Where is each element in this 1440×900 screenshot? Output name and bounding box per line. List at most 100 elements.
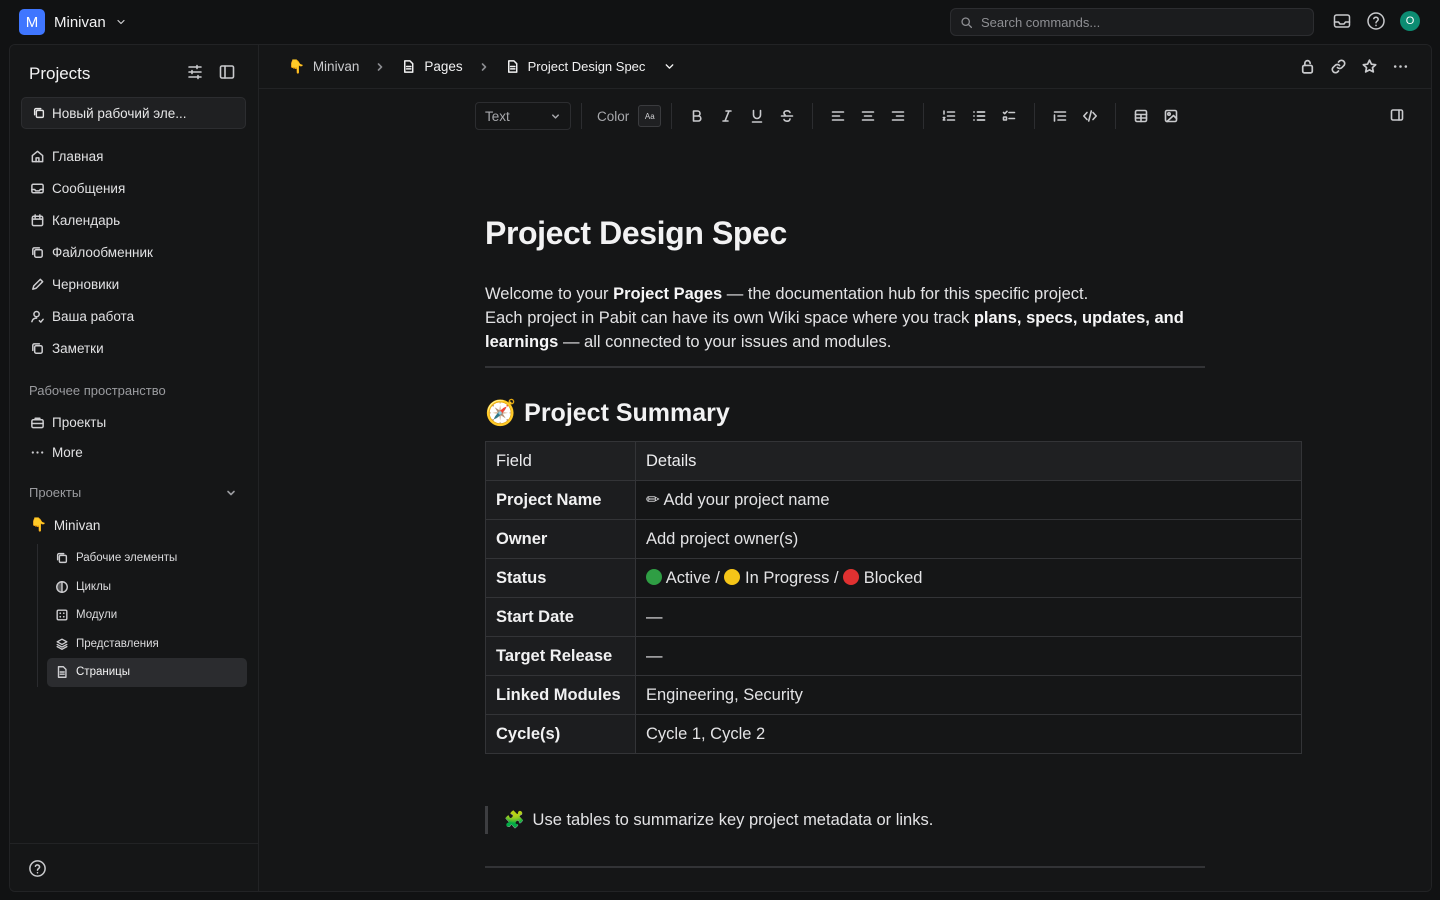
ordered-list-button[interactable] (934, 102, 964, 130)
code-button[interactable] (1075, 102, 1105, 130)
align-center-button[interactable] (853, 102, 883, 130)
sidebar-nav: Главная Сообщения Календарь Файлообменни… (21, 140, 246, 364)
table-row: Cycle(s) Cycle 1, Cycle 2 (485, 714, 1302, 754)
ordered-list-icon (942, 110, 956, 121)
sidebar-item-home[interactable]: Главная (21, 140, 246, 172)
page-icon (404, 60, 414, 73)
callout-quote[interactable]: 🧩 Use tables to summarize key project me… (485, 806, 1315, 834)
page-icon (507, 60, 518, 73)
sidebar-item-projects[interactable]: Проекты (21, 407, 246, 438)
table-field-cell[interactable]: Project Name (485, 480, 636, 520)
quote-button[interactable] (1045, 102, 1075, 130)
sidebar-item-modules[interactable]: Модули (47, 601, 247, 630)
toolbar-divider (1115, 103, 1117, 129)
table-detail-cell[interactable]: Engineering, Security (635, 675, 1302, 715)
image-button[interactable] (1156, 102, 1186, 130)
sliders-icon[interactable] (186, 63, 204, 81)
table-button[interactable] (1126, 102, 1156, 130)
checklist-button[interactable] (994, 102, 1024, 130)
breadcrumb-pages[interactable]: Pages (401, 59, 463, 74)
intro-paragraph[interactable]: Welcome to your Project Pages — the docu… (485, 282, 1215, 354)
table-header-cell[interactable]: Details (635, 441, 1302, 481)
new-work-item-button[interactable]: Новый рабочий эле... (21, 97, 246, 129)
new-work-item-label: Новый рабочий эле... (52, 105, 187, 121)
sidebar-item-label: Рабочие элементы (76, 552, 178, 565)
italic-icon (722, 110, 733, 122)
summary-heading[interactable]: 🧭 Project Summary (485, 398, 1315, 428)
sidebar-item-messages[interactable]: Сообщения (21, 172, 246, 204)
text-color-button[interactable]: Color Aa (597, 105, 662, 127)
table-field-cell[interactable]: Cycle(s) (485, 714, 636, 754)
align-left-button[interactable] (823, 102, 853, 130)
table-field-cell[interactable]: Start Date (485, 597, 636, 637)
sidebar-item-pages[interactable]: Страницы (47, 658, 247, 687)
table-row: Project Name ✏ Add your project name (485, 480, 1302, 520)
user-avatar[interactable]: O (1400, 11, 1420, 31)
sidebar-item-label: Черновики (52, 276, 120, 292)
align-right-button[interactable] (883, 102, 913, 130)
table-header-row: Field Details (485, 441, 1302, 481)
project-minivan[interactable]: 👇 Minivan (21, 511, 246, 539)
sidebar-item-calendar[interactable]: Календарь (21, 204, 246, 236)
code-icon (1083, 110, 1098, 122)
star-icon[interactable] (1361, 58, 1378, 75)
page-title[interactable]: Project Design Spec (485, 215, 1315, 252)
sidebar-item-notes[interactable]: Заметки (21, 332, 246, 364)
sidebar-item-more[interactable]: More (21, 438, 246, 467)
toolbar-divider (671, 103, 673, 129)
table-field-cell[interactable]: Status (485, 558, 636, 598)
sidebar-footer (10, 843, 258, 891)
italic-button[interactable] (712, 102, 742, 130)
table-detail-cell[interactable]: Add project owner(s) (635, 519, 1302, 559)
sidebar-item-work-items[interactable]: Рабочие элементы (47, 544, 247, 573)
sidebar-item-cycles[interactable]: Циклы (47, 573, 247, 602)
more-icon[interactable] (1392, 58, 1409, 75)
status-detail-cell[interactable]: Active / In Progress / Blocked (635, 558, 1302, 598)
sidebar-item-files[interactable]: Файлообменник (21, 236, 246, 268)
intro-text: Each project in Pabit can have its own W… (485, 309, 974, 327)
inbox-icon[interactable] (1332, 11, 1352, 31)
link-icon[interactable] (1330, 58, 1347, 75)
intro-bold: Project Pages (613, 285, 723, 303)
projects-section-header[interactable]: Проекты (29, 485, 237, 500)
sidebar-item-label: Страницы (76, 666, 130, 679)
breadcrumb-project-label: Minivan (312, 59, 360, 74)
table-field-cell[interactable]: Owner (485, 519, 636, 559)
help-icon[interactable] (28, 859, 47, 878)
editor-toolbar: Text Color Aa (475, 101, 1425, 131)
sidebar-item-your-work[interactable]: Ваша работа (21, 300, 246, 332)
quote-text: Use tables to summarize key project meta… (532, 810, 934, 829)
table-field-cell[interactable]: Linked Modules (485, 675, 636, 715)
table-detail-cell[interactable]: — (635, 597, 1302, 637)
chevron-right-icon (481, 62, 486, 71)
status-dot-green-icon (646, 568, 662, 585)
breadcrumb-project[interactable]: 👇 Minivan (288, 59, 359, 75)
help-icon[interactable] (1366, 11, 1386, 31)
strikethrough-button[interactable] (772, 102, 802, 130)
table-detail-cell[interactable]: Cycle 1, Cycle 2 (635, 714, 1302, 754)
divider (485, 366, 1205, 368)
sidebar-item-drafts[interactable]: Черновики (21, 268, 246, 300)
table-header-cell[interactable]: Field (485, 441, 636, 481)
table-detail-cell[interactable]: ✏ Add your project name (635, 480, 1302, 520)
table-row: Owner Add project owner(s) (485, 519, 1302, 559)
sidebar-item-views[interactable]: Представления (47, 630, 247, 659)
text-style-select[interactable]: Text (475, 102, 571, 130)
search-input[interactable]: Search commands... (950, 8, 1314, 36)
underline-button[interactable] (742, 102, 772, 130)
breadcrumb-current-page[interactable]: Project Design Spec (505, 59, 677, 74)
panel-toggle-button[interactable] (1389, 107, 1405, 123)
chevron-down-icon (552, 113, 559, 119)
table-icon (1134, 109, 1148, 123)
sidebar-toggle-icon[interactable] (218, 63, 236, 81)
document: Project Design Spec Welcome to your Proj… (485, 215, 1315, 868)
search-icon (961, 16, 973, 28)
bold-button[interactable] (682, 102, 712, 130)
compass-emoji: 🧭 (485, 398, 517, 427)
chevron-down-icon[interactable] (663, 60, 676, 73)
workspace-switcher[interactable]: M Minivan (19, 9, 127, 35)
lock-icon[interactable] (1299, 58, 1316, 75)
bullet-list-button[interactable] (964, 102, 994, 130)
table-field-cell[interactable]: Target Release (485, 636, 636, 676)
table-detail-cell[interactable]: — (635, 636, 1302, 676)
